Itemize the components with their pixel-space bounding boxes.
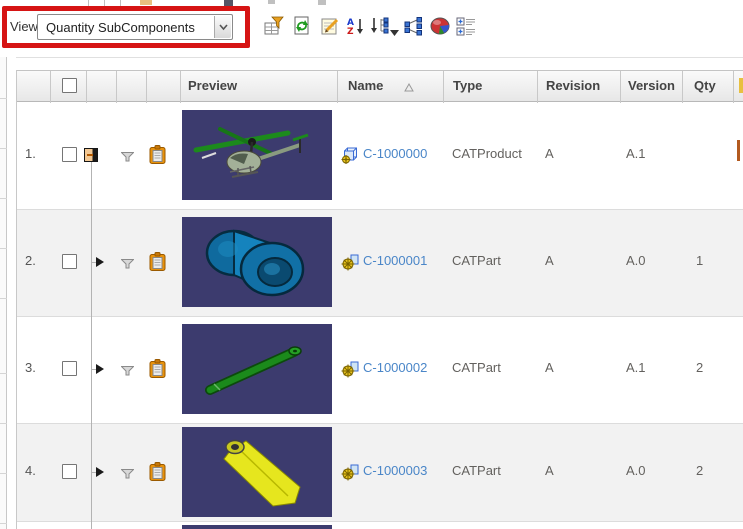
catpart-icon	[341, 464, 359, 484]
expand-arrow-icon[interactable]	[96, 257, 104, 267]
revision-cell: A	[545, 463, 554, 478]
tree-structure-line	[91, 162, 92, 529]
row-separator	[16, 209, 743, 210]
top-edge-fragment	[318, 0, 326, 5]
part-name-link[interactable]: C-1000002	[363, 360, 427, 375]
row-separator	[16, 521, 743, 522]
top-edge-fragment	[88, 0, 89, 7]
chart-icon[interactable]	[430, 16, 450, 36]
row-checkbox[interactable]	[62, 254, 77, 269]
revision-cell: A	[545, 360, 554, 375]
show-structure-icon[interactable]	[404, 16, 424, 36]
view-dropdown[interactable]: Quantity SubComponents	[37, 14, 233, 40]
collapse-expander-icon[interactable]	[84, 148, 98, 162]
column-header-name[interactable]: Name	[348, 78, 383, 93]
row-separator	[16, 423, 743, 424]
top-edge-fragment	[104, 0, 105, 7]
preview-thumbnail-partial	[182, 525, 332, 529]
refresh-icon[interactable]	[292, 16, 312, 36]
type-cell: CATPart	[452, 360, 501, 375]
row-number: 1.	[25, 146, 36, 161]
version-cell: A.0	[626, 253, 646, 268]
part-name-link[interactable]: C-1000003	[363, 463, 427, 478]
column-header-revision[interactable]: Revision	[546, 78, 600, 93]
top-edge-fragment	[268, 0, 275, 4]
top-edge-fragment	[224, 0, 233, 6]
version-cell: A.1	[626, 146, 646, 161]
row-checkbox[interactable]	[62, 147, 77, 162]
view-dropdown-value: Quantity SubComponents	[46, 20, 195, 35]
row-checkbox[interactable]	[62, 464, 77, 479]
select-all-checkbox[interactable]	[62, 78, 77, 93]
qty-cell: 2	[696, 360, 704, 375]
product-structure-table-view: View Quantity SubComponents A Z Preview …	[0, 0, 743, 529]
column-header-preview[interactable]: Preview	[188, 78, 237, 93]
row-separator	[16, 316, 743, 317]
clipboard-icon[interactable]	[149, 462, 167, 485]
sort-az-icon[interactable]: A Z	[346, 16, 366, 37]
type-cell: CATPart	[452, 463, 501, 478]
filter-icon[interactable]	[264, 16, 284, 36]
sort-order-icon[interactable]	[370, 16, 390, 36]
preview-thumbnail-blade	[182, 427, 332, 520]
cutoff-row-icon	[737, 140, 740, 161]
revision-cell: A	[545, 146, 554, 161]
row-number: 4.	[25, 463, 36, 478]
clipboard-icon[interactable]	[149, 359, 167, 382]
toolbar-separator	[16, 57, 743, 58]
edit-icon[interactable]	[320, 16, 340, 36]
qty-cell: 2	[696, 463, 704, 478]
left-cutoff-panel	[0, 57, 7, 529]
expand-arrow-icon[interactable]	[96, 467, 104, 477]
version-cell: A.0	[626, 463, 646, 478]
preview-thumbnail-rod	[182, 324, 332, 417]
filter-funnel-icon[interactable]	[120, 364, 135, 379]
column-header-version[interactable]: Version	[628, 78, 675, 93]
column-header-type[interactable]: Type	[453, 78, 482, 93]
filter-funnel-icon[interactable]	[120, 150, 135, 165]
type-cell: CATProduct	[452, 146, 522, 161]
type-cell: CATPart	[452, 253, 501, 268]
top-edge-fragment	[140, 0, 152, 5]
part-name-link[interactable]: C-1000001	[363, 253, 427, 268]
version-cell: A.1	[626, 360, 646, 375]
top-edge-fragment	[120, 0, 121, 7]
filter-funnel-icon[interactable]	[120, 257, 135, 272]
table-left-border	[16, 70, 17, 529]
sort-order-caret-icon[interactable]	[390, 24, 399, 39]
row-number: 3.	[25, 360, 36, 375]
clipboard-icon[interactable]	[149, 145, 167, 168]
qty-cell: 1	[696, 253, 704, 268]
preview-thumbnail-spool	[182, 217, 332, 310]
catproduct-icon	[341, 147, 359, 167]
dropdown-arrow-icon[interactable]	[214, 16, 231, 38]
view-label: View	[10, 19, 38, 34]
filter-funnel-icon[interactable]	[120, 467, 135, 482]
row-number: 2.	[25, 253, 36, 268]
catpart-icon	[341, 254, 359, 274]
expand-arrow-icon[interactable]	[96, 364, 104, 374]
part-name-link[interactable]: C-1000000	[363, 146, 427, 161]
catpart-icon	[341, 361, 359, 381]
expand-all-icon[interactable]	[456, 16, 476, 36]
cutoff-header-icon	[739, 78, 743, 93]
svg-text:Z: Z	[347, 27, 354, 36]
column-header-qty[interactable]: Qty	[694, 78, 716, 93]
revision-cell: A	[545, 253, 554, 268]
preview-thumbnail-helicopter	[182, 110, 332, 203]
clipboard-icon[interactable]	[149, 252, 167, 275]
sort-ascending-icon	[404, 80, 414, 95]
row-checkbox[interactable]	[62, 361, 77, 376]
